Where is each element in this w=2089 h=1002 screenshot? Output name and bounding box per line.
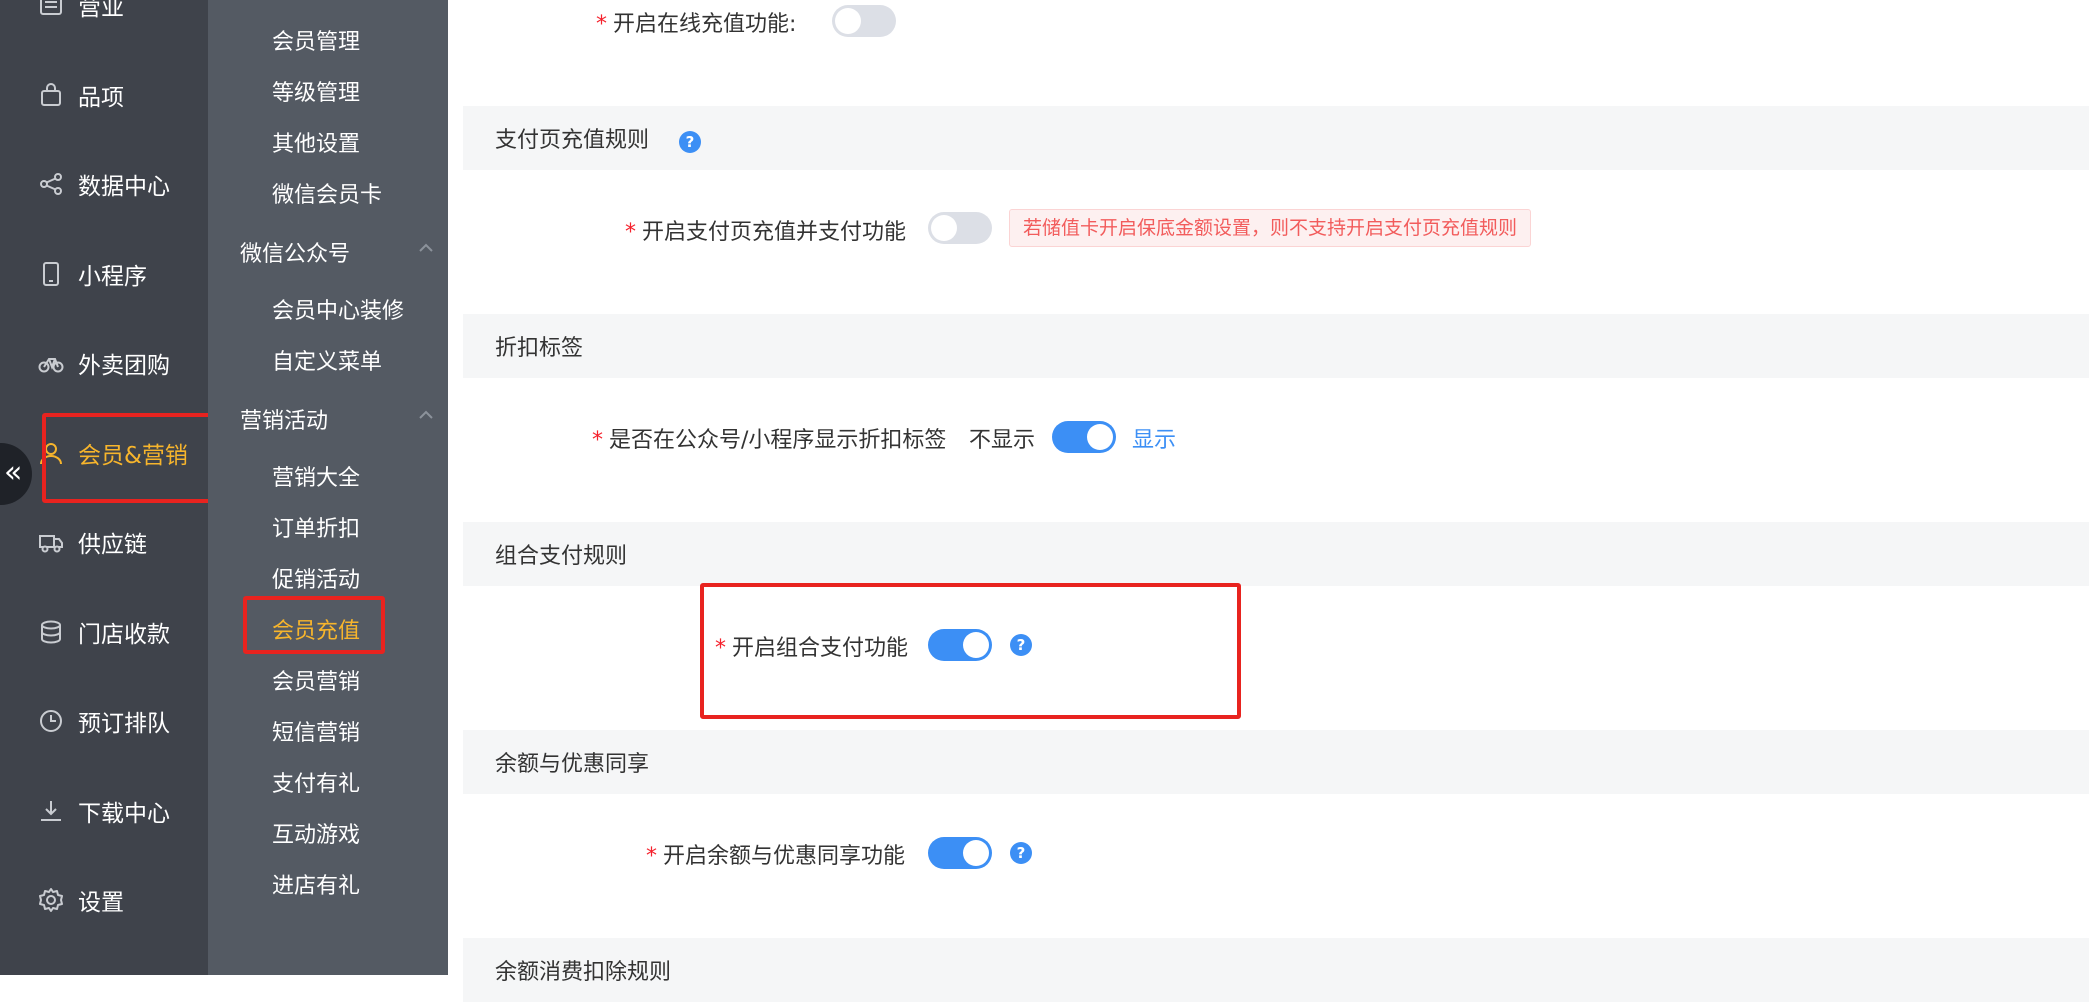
share-icon (40, 173, 62, 195)
subnav-group-wechat-official[interactable]: 微信公众号 (240, 236, 436, 268)
section-header-combo-payment: 组合支付规则 (463, 522, 2089, 586)
section-title: 余额与优惠同享 (495, 752, 650, 777)
discount-tag-label-text: 是否在公众号/小程序显示折扣标签 (609, 428, 947, 453)
subnav-item-wechat-member-card[interactable]: 微信会员卡 (272, 177, 382, 209)
nav-item-label: 门店收款 (78, 622, 170, 648)
subnav-group-label: 营销活动 (240, 409, 329, 434)
subnav-item-pay-gift[interactable]: 支付有礼 (272, 766, 360, 798)
double-chevron-left-icon: « (4, 455, 23, 490)
nav-item-takeout[interactable]: 外卖团购 (0, 328, 208, 398)
nav-item-data-center[interactable]: 数据中心 (0, 149, 208, 219)
nav-item-label: 外卖团购 (78, 353, 170, 379)
required-mark: * (596, 12, 607, 37)
discount-tag-switch[interactable] (1052, 421, 1116, 453)
nav-item-label: 供应链 (78, 532, 147, 558)
subnav-item-other-settings[interactable]: 其他设置 (272, 126, 360, 158)
list-icon (40, 0, 62, 15)
clock-icon (40, 710, 62, 732)
required-mark: * (592, 428, 603, 453)
nav-item-reservation-queue[interactable]: 预订排队 (0, 686, 208, 756)
section-header-pay-page-recharge: 支付页充值规则? (463, 106, 2089, 170)
section-title: 支付页充值规则? (495, 122, 702, 154)
online-recharge-switch[interactable] (832, 5, 896, 37)
phone-icon (43, 262, 59, 286)
highlight-frame-member-marketing (42, 413, 232, 503)
subnav-item-marketing-all[interactable]: 营销大全 (272, 460, 360, 492)
section-title: 组合支付规则 (495, 544, 628, 569)
switch-knob (963, 840, 989, 866)
nav-item-download-center[interactable]: 下载中心 (0, 776, 208, 846)
nav-item-settings[interactable]: 设置 (0, 865, 208, 935)
nav-item-supply-chain[interactable]: 供应链 (0, 507, 208, 577)
subnav-item-sms-marketing[interactable]: 短信营销 (272, 715, 360, 747)
nav-item-store-payment[interactable]: 门店收款 (0, 597, 208, 667)
switch-knob (931, 215, 957, 241)
secondary-sidebar: 会员管理 等级管理 其他设置 微信会员卡 微信公众号 会员中心装修 自定义菜单 … (208, 0, 448, 975)
highlight-frame-member-recharge (243, 596, 385, 654)
main-content: * 开启在线充值功能: 支付页充值规则? * 开启支付页充值并支付功能 若储值卡开启… (448, 0, 2089, 1002)
coins-icon (41, 620, 61, 644)
switch-knob (835, 8, 861, 34)
online-recharge-label: * 开启在线充值功能: (596, 6, 796, 38)
discount-tag-off-text[interactable]: 不显示 (969, 422, 1035, 454)
balance-share-switch[interactable] (928, 837, 992, 869)
discount-tag-label: * 是否在公众号/小程序显示折扣标签 (592, 422, 946, 454)
section-header-discount-tag: 折扣标签 (463, 314, 2089, 378)
subnav-item-member-management[interactable]: 会员管理 (272, 24, 360, 56)
pay-page-recharge-switch[interactable] (928, 212, 992, 244)
nav-item-business[interactable]: 营业 (0, 0, 208, 40)
nav-item-label: 营业 (78, 0, 124, 21)
required-mark: * (625, 220, 636, 245)
subnav-item-interactive-game[interactable]: 互动游戏 (272, 817, 360, 849)
balance-share-label-text: 开启余额与优惠同享功能 (663, 844, 906, 869)
help-icon[interactable]: ? (679, 131, 702, 153)
nav-item-label: 下载中心 (78, 801, 170, 827)
subnav-group-label: 微信公众号 (240, 242, 351, 267)
bicycle-icon (38, 358, 64, 373)
section-title: 折扣标签 (495, 336, 584, 361)
subnav-item-order-discount[interactable]: 订单折扣 (272, 511, 360, 543)
chevron-up-icon (419, 243, 433, 252)
pay-page-warning-tag: 若储值卡开启保底金额设置，则不支持开启支付页充值规则 (1009, 209, 1532, 247)
chevron-up-icon (419, 410, 433, 419)
pay-page-recharge-label-text: 开启支付页充值并支付功能 (642, 220, 907, 245)
nav-item-label: 品项 (78, 85, 124, 111)
section-title-text: 支付页充值规则 (495, 128, 650, 153)
nav-item-label: 小程序 (78, 264, 147, 290)
truck-icon (39, 535, 63, 553)
nav-item-products[interactable]: 品项 (0, 60, 208, 130)
bag-icon (41, 83, 61, 106)
nav-item-label: 设置 (78, 890, 124, 916)
online-recharge-label-text: 开启在线充值功能: (613, 12, 797, 37)
subnav-item-level-management[interactable]: 等级管理 (272, 75, 360, 107)
subnav-item-member-center-decor[interactable]: 会员中心装修 (272, 293, 404, 325)
subnav-group-marketing[interactable]: 营销活动 (240, 403, 436, 435)
section-header-balance-deduction: 余额消费扣除规则 (463, 938, 2089, 1002)
subnav-item-store-visit-gift[interactable]: 进店有礼 (272, 868, 360, 900)
nav-item-label: 预订排队 (78, 711, 170, 737)
section-header-balance-share: 余额与优惠同享 (463, 730, 2089, 794)
discount-tag-on-text[interactable]: 显示 (1132, 422, 1176, 454)
subnav-item-member-marketing[interactable]: 会员营销 (272, 664, 360, 696)
gear-icon (39, 888, 63, 912)
subnav-item-promotion[interactable]: 促销活动 (272, 562, 360, 594)
section-title: 余额消费扣除规则 (495, 960, 672, 985)
nav-item-label: 数据中心 (78, 174, 170, 200)
download-icon (41, 801, 61, 821)
nav-item-mini-program[interactable]: 小程序 (0, 239, 208, 309)
pay-page-recharge-label: * 开启支付页充值并支付功能 (625, 214, 906, 246)
help-icon[interactable]: ? (1010, 842, 1032, 864)
switch-knob (1087, 424, 1113, 450)
required-mark: * (646, 844, 657, 869)
subnav-item-custom-menu[interactable]: 自定义菜单 (272, 344, 382, 376)
highlight-frame-combo-payment (700, 583, 1241, 719)
primary-sidebar: 营业 品项 数据中心 小程序 外卖团购 会员&营销 供应链 门店收款 预订排队 … (0, 0, 232, 975)
balance-share-label: * 开启余额与优惠同享功能 (646, 838, 905, 870)
